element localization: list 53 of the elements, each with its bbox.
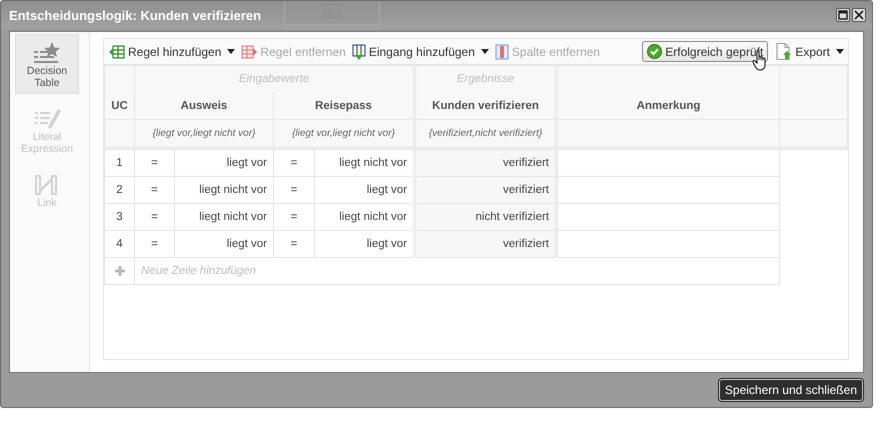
maximize-button[interactable]: [836, 8, 850, 22]
table-cell[interactable]: =: [134, 230, 174, 258]
table-cell[interactable]: =: [274, 204, 314, 230]
add-column-icon: [352, 44, 366, 60]
row-number: 1: [104, 148, 134, 176]
toolbar-button[interactable]: Regel hinzufügen: [109, 44, 236, 58]
check-icon: [647, 44, 662, 59]
table-cell[interactable]: =: [274, 176, 314, 204]
table-cell[interactable]: verifiziert: [414, 148, 557, 176]
table-cell[interactable]: =: [134, 176, 174, 204]
table-cell[interactable]: =: [274, 148, 314, 176]
remove-row-icon: [241, 44, 258, 58]
window-title: Entscheidungslogik: Kunden verifizieren: [9, 8, 262, 22]
validation-button[interactable]: Erfolgreich geprüft: [642, 41, 768, 62]
table-cell[interactable]: [556, 176, 780, 204]
toolbar-button[interactable]: Eingang hinzufügen: [352, 44, 489, 60]
row-number: 4: [104, 230, 134, 258]
column-header: Reisepass: [274, 92, 415, 120]
export-button[interactable]: Export: [776, 43, 844, 60]
allowed-values: {liegt vor,liegt nicht vor}: [134, 120, 274, 148]
list-pen-icon: [32, 107, 62, 131]
table-cell[interactable]: liegt nicht vor: [174, 204, 274, 230]
save-and-close-button[interactable]: Speichern und schließen: [718, 379, 863, 401]
add-row-icon: [109, 44, 125, 58]
table-cell[interactable]: [556, 204, 780, 230]
table-cell[interactable]: [556, 230, 780, 258]
table-cell[interactable]: nicht verifiziert: [414, 204, 557, 230]
column-group-header: Ergebnisse: [414, 66, 557, 92]
table-star-icon: [32, 41, 62, 65]
column-group-header: Eingabewerte: [134, 66, 415, 92]
document-arrow-icon: [776, 43, 792, 60]
table-cell[interactable]: =: [274, 230, 314, 258]
row-number: 2: [104, 176, 134, 204]
table-cell[interactable]: liegt vor: [174, 148, 274, 176]
remove-column-icon: [494, 44, 509, 60]
plus-icon[interactable]: [114, 266, 124, 276]
table-cell[interactable]: =: [134, 148, 174, 176]
column-header: UC: [104, 92, 134, 120]
table-icon: [284, 1, 380, 25]
table-cell[interactable]: verifiziert: [414, 230, 557, 258]
row-number: 3: [104, 204, 134, 230]
column-header: Anmerkung: [556, 92, 780, 120]
table-cell[interactable]: verifiziert: [414, 176, 557, 204]
column-header: Kunden verifizieren: [414, 92, 557, 120]
table-cell[interactable]: liegt vor: [174, 230, 274, 258]
table-cell[interactable]: liegt nicht vor: [174, 176, 274, 204]
table-cell[interactable]: =: [134, 204, 174, 230]
sidebar-item[interactable]: Decision Table: [15, 34, 79, 94]
allowed-values: {verifiziert,nicht verifiziert}: [414, 120, 557, 148]
table-cell[interactable]: [556, 148, 780, 176]
allowed-values: {liegt vor,liegt nicht vor}: [274, 120, 415, 148]
close-button[interactable]: [852, 8, 866, 22]
column-header: Ausweis: [134, 92, 274, 120]
